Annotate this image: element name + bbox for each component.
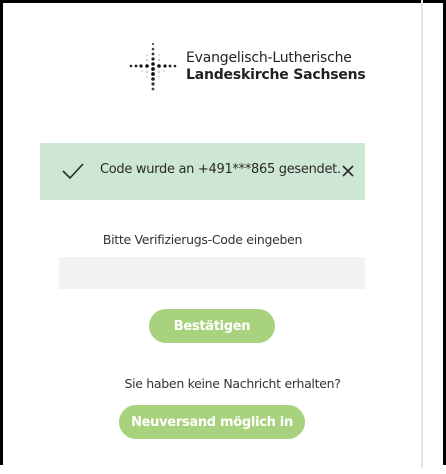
verification-code-input[interactable] (59, 257, 365, 289)
cross-of-dots-icon (129, 42, 177, 91)
logo-line-1: Evangelisch-Lutherische (186, 50, 352, 66)
church-logo: Evangelisch-Lutherische Landeskirche Sac… (128, 40, 368, 96)
confirm-button[interactable]: Bestätigen (149, 309, 275, 343)
scroll-edge (421, 0, 423, 468)
close-icon[interactable] (340, 163, 356, 179)
resend-button[interactable]: Neuversand möglich in 02:55 (119, 405, 305, 464)
logo-line-2: Landeskirche Sachsens (186, 67, 366, 83)
logo-wordmark: Evangelisch-Lutherische Landeskirche Sac… (186, 50, 366, 84)
code-field-label: Bitte Verifizierugs-Code eingeben (102, 232, 303, 247)
no-message-label: Sie haben keine Nachricht erhalten? (124, 376, 341, 391)
alert-message: Code wurde an +491***865 gesendet. (100, 162, 341, 177)
success-alert: Code wurde an +491***865 gesendet. (40, 143, 365, 200)
checkmark-icon (62, 163, 84, 180)
